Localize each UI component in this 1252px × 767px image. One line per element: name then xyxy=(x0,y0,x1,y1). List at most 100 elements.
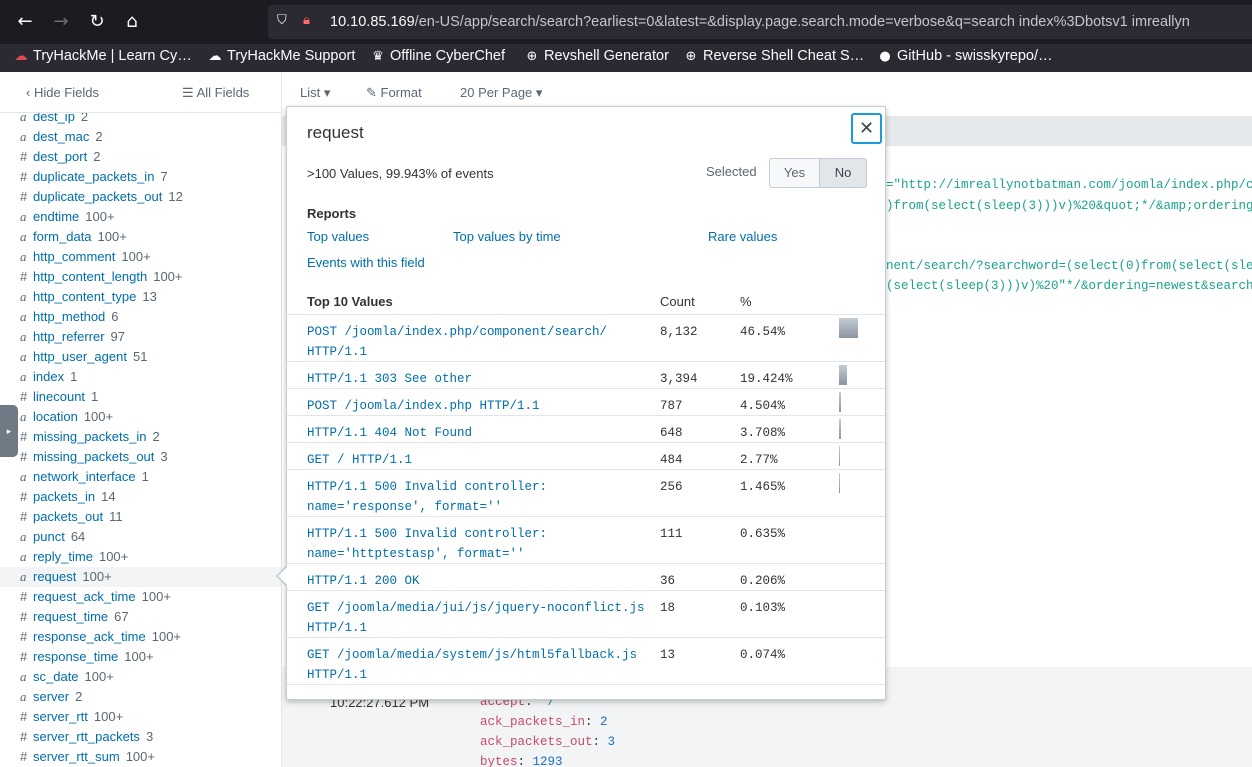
field-item-punct[interactable]: a punct 64 xyxy=(0,527,281,547)
event-field[interactable]: ack_packets_out: 3 xyxy=(480,735,615,749)
value-text[interactable]: HTTP/1.1 500 Invalid controller: name='ht… xyxy=(307,524,547,564)
value-row[interactable]: GET /joomla/media/jui/js/jquery-noconfli… xyxy=(287,590,885,637)
value-row[interactable]: HTTP/1.1 500 Invalid controller: name='re… xyxy=(287,469,885,516)
field-item-request-time[interactable]: # request_time 67 xyxy=(0,607,281,627)
field-item-dest-port[interactable]: # dest_port 2 xyxy=(0,147,281,167)
selected-yes-button[interactable]: Yes xyxy=(769,158,820,188)
field-item-sc-date[interactable]: a sc_date 100+ xyxy=(0,667,281,687)
top-values-by-time-link[interactable]: Top values by time xyxy=(453,229,561,244)
event-field[interactable]: ack_packets_in: 2 xyxy=(480,715,608,729)
sidebar-header: ‹ Hide Fields ☰ All Fields xyxy=(0,72,281,113)
field-item-network-interface[interactable]: a network_interface 1 xyxy=(0,467,281,487)
field-item-http-content-type[interactable]: a http_content_type 13 xyxy=(0,287,281,307)
top-values-link[interactable]: Top values xyxy=(307,229,369,244)
rare-values-link[interactable]: Rare values xyxy=(708,229,777,244)
value-line: HTTP/1.1 500 Invalid controller: xyxy=(307,480,548,494)
value-text[interactable]: POST /joomla/index.php/component/search/… xyxy=(307,322,607,362)
shield-icon[interactable]: ⛉ xyxy=(277,13,287,28)
field-item-http-referrer[interactable]: a http_referrer 97 xyxy=(0,327,281,347)
value-row[interactable]: HTTP/1.1 500 Invalid controller: name='ht… xyxy=(287,516,885,563)
list-dropdown[interactable]: List ▾ xyxy=(300,85,330,101)
field-count: 1 xyxy=(91,389,99,404)
field-item-packets-out[interactable]: # packets_out 11 xyxy=(0,507,281,527)
field-item-duplicate-packets-in[interactable]: # duplicate_packets_in 7 xyxy=(0,167,281,187)
field-count: 7 xyxy=(160,169,168,184)
field-item-index[interactable]: a index 1 xyxy=(0,367,281,387)
close-icon[interactable]: ✕ xyxy=(851,113,882,144)
collapse-handle[interactable]: ▸ xyxy=(0,405,18,457)
value-row[interactable]: GET /joomla/media/system/js/html5fallbac… xyxy=(287,637,885,684)
all-fields-button[interactable]: ☰ All Fields xyxy=(182,85,249,101)
hide-fields-button[interactable]: ‹ Hide Fields xyxy=(26,85,99,100)
bookmark-github[interactable]: ● GitHub - swisskyrepo/… xyxy=(877,48,1052,64)
field-item-server[interactable]: a server 2 xyxy=(0,687,281,707)
field-item-packets-in[interactable]: # packets_in 14 xyxy=(0,487,281,507)
field-item-missing-packets-in[interactable]: # missing_packets_in 2 xyxy=(0,427,281,447)
bookmark-cyberchef[interactable]: ♛ Offline CyberChef xyxy=(370,48,505,64)
value-text[interactable]: POST /joomla/index.php HTTP/1.1 xyxy=(307,396,540,416)
value-text[interactable]: HTTP/1.1 500 Invalid controller: name='re… xyxy=(307,477,547,517)
forward-arrow-icon[interactable]: → xyxy=(49,10,73,34)
field-item-request[interactable]: a request 100+ xyxy=(0,567,281,587)
value-row[interactable]: HTTP/1.1 303 See other 3,394 19.424% xyxy=(287,361,885,388)
field-item-linecount[interactable]: # linecount 1 xyxy=(0,387,281,407)
bookmark-label: Revshell Generator xyxy=(544,48,669,64)
field-item-response-time[interactable]: # response_time 100+ xyxy=(0,647,281,667)
bookmark-reverse-shell[interactable]: ⊕ Reverse Shell Cheat S… xyxy=(683,48,865,64)
field-item-http-comment[interactable]: a http_comment 100+ xyxy=(0,247,281,267)
field-item-server-rtt[interactable]: # server_rtt 100+ xyxy=(0,707,281,727)
field-count: 14 xyxy=(101,489,116,504)
field-name: http_method xyxy=(33,309,106,324)
value-row[interactable]: POST /joomla/index.php/component/search/… xyxy=(287,314,885,361)
field-item-endtime[interactable]: a endtime 100+ xyxy=(0,207,281,227)
bookmark-tryhackme[interactable]: ☁ TryHackMe | Learn Cy… xyxy=(13,48,192,64)
value-text[interactable]: GET /joomla/media/system/js/html5fallbac… xyxy=(307,645,637,685)
insecure-lock-icon[interactable]: 🔒︎ xyxy=(303,13,310,28)
number-type-icon: # xyxy=(20,509,28,524)
per-page-dropdown[interactable]: 20 Per Page ▾ xyxy=(460,85,542,101)
events-with-field-link[interactable]: Events with this field xyxy=(307,255,425,270)
format-label: Format xyxy=(380,85,422,100)
format-button[interactable]: ✎ Format xyxy=(366,85,422,101)
field-item-http-user-agent[interactable]: a http_user_agent 51 xyxy=(0,347,281,367)
field-item-http-method[interactable]: a http_method 6 xyxy=(0,307,281,327)
field-item-response-ack-time[interactable]: # response_ack_time 100+ xyxy=(0,627,281,647)
value-text[interactable]: HTTP/1.1 200 OK xyxy=(307,571,420,591)
field-item-http-content-length[interactable]: # http_content_length 100+ xyxy=(0,267,281,287)
home-icon[interactable]: ⌂ xyxy=(120,10,144,34)
selected-no-button[interactable]: No xyxy=(819,158,867,188)
field-item-missing-packets-out[interactable]: # missing_packets_out 3 xyxy=(0,447,281,467)
value-row[interactable]: GET / HTTP/1.1 484 2.77% xyxy=(287,442,885,469)
field-item-duplicate-packets-out[interactable]: # duplicate_packets_out 12 xyxy=(0,187,281,207)
url-text[interactable]: 10.10.85.169/en-US/app/search/search?ear… xyxy=(330,14,1190,30)
field-count: 100+ xyxy=(93,709,124,724)
bookmark-label: Offline CyberChef xyxy=(390,48,505,64)
bookmark-revshell[interactable]: ⊕ Revshell Generator xyxy=(524,48,669,64)
value-text[interactable]: HTTP/1.1 404 Not Found xyxy=(307,423,472,443)
field-item-reply-time[interactable]: a reply_time 100+ xyxy=(0,547,281,567)
field-name: http_content_length xyxy=(33,269,148,284)
field-item-dest-mac[interactable]: a dest_mac 2 xyxy=(0,127,281,147)
string-type-icon: a xyxy=(20,409,27,424)
percent-bar xyxy=(839,318,858,338)
event-field[interactable]: bytes: 1293 xyxy=(480,755,563,767)
value-text[interactable]: GET /joomla/media/jui/js/jquery-noconfli… xyxy=(307,598,645,638)
field-item-location[interactable]: a location 100+ xyxy=(0,407,281,427)
url-bar[interactable]: ⛉ 🔒︎ 10.10.85.169/en-US/app/search/searc… xyxy=(268,5,1252,39)
reload-icon[interactable]: ↻ xyxy=(85,10,109,34)
value-row[interactable]: HTTP/1.1 200 OK 36 0.206% xyxy=(287,563,885,590)
back-arrow-icon[interactable]: ← xyxy=(13,10,37,34)
value-text[interactable]: HTTP/1.1 303 See other xyxy=(307,369,472,389)
string-type-icon: a xyxy=(20,289,27,304)
value-percent: 3.708% xyxy=(740,426,786,440)
field-item-form-data[interactable]: a form_data 100+ xyxy=(0,227,281,247)
value-text[interactable]: GET / HTTP/1.1 xyxy=(307,450,412,470)
value-row[interactable]: POST /joomla/index.php HTTP/1.1 787 4.504% xyxy=(287,388,885,415)
number-type-icon: # xyxy=(20,709,28,724)
field-item-server-rtt-packets[interactable]: # server_rtt_packets 3 xyxy=(0,727,281,747)
field-name: request_ack_time xyxy=(33,589,136,604)
field-item-request-ack-time[interactable]: # request_ack_time 100+ xyxy=(0,587,281,607)
bookmark-thm-support[interactable]: ☁ TryHackMe Support xyxy=(207,48,356,64)
value-row[interactable]: HTTP/1.1 404 Not Found 648 3.708% xyxy=(287,415,885,442)
field-item-server-rtt-sum[interactable]: # server_rtt_sum 100+ xyxy=(0,747,281,767)
